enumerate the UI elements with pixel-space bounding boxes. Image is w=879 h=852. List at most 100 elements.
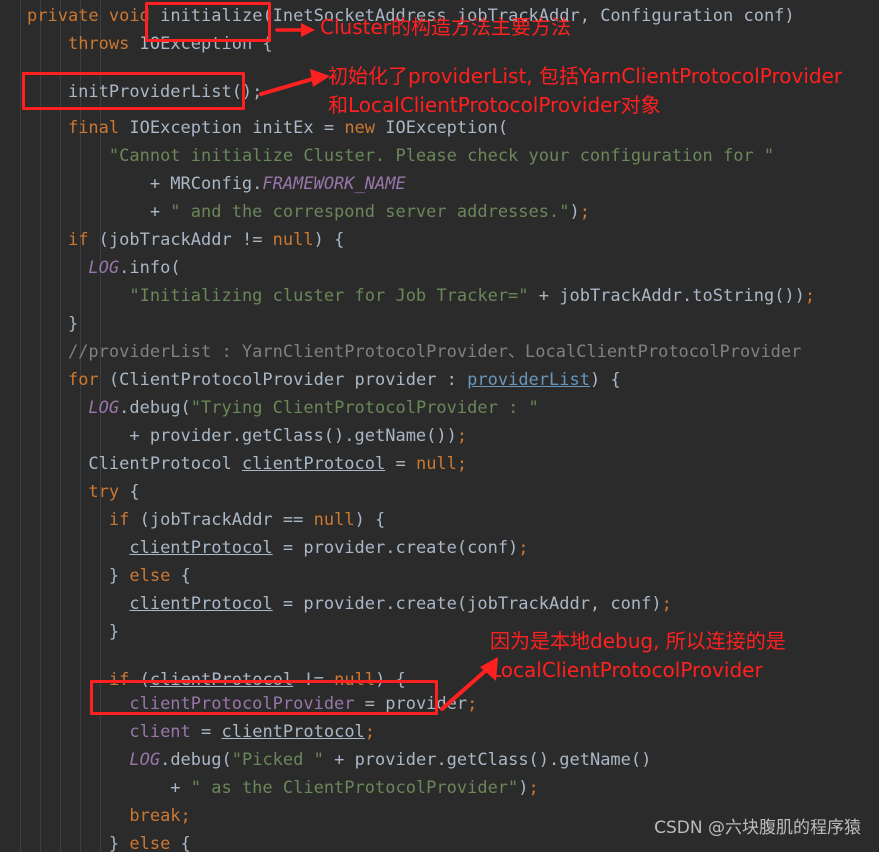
code-token: }: [27, 566, 130, 586]
code-token: ;: [467, 694, 478, 714]
code-token: = provider.create(jobTrackAddr, conf): [272, 594, 662, 614]
code-token: ;: [364, 722, 376, 742]
code-line[interactable]: ClientProtocol clientProtocol = null;: [27, 450, 467, 478]
code-token: initialize(InetSocketAddress jobTrackAdd…: [149, 6, 795, 26]
code-line[interactable]: } else {: [27, 830, 191, 852]
code-token: ): [518, 778, 529, 798]
code-token: {: [170, 834, 191, 852]
code-token: ;: [804, 286, 816, 306]
code-line[interactable]: client = clientProtocol;: [27, 718, 375, 746]
code-line[interactable]: for (ClientProtocolProvider provider : p…: [27, 366, 621, 394]
code-line[interactable]: break;: [27, 802, 190, 830]
code-line[interactable]: private void initialize(InetSocketAddres…: [27, 2, 795, 30]
code-token: =: [385, 454, 416, 474]
code-line[interactable]: } else {: [27, 562, 191, 590]
code-line[interactable]: clientProtocol = provider.create(conf);: [27, 534, 528, 562]
code-token: LOG: [88, 258, 120, 278]
code-token: ): [569, 202, 580, 222]
code-token: if: [108, 510, 130, 530]
code-line[interactable]: + " as the ClientProtocolProvider");: [27, 774, 539, 802]
code-token: clientProtocol: [241, 454, 386, 474]
code-token: "Picked ": [231, 750, 324, 770]
code-token: ;: [456, 426, 468, 446]
code-screenshot-root: private void initialize(InetSocketAddres…: [0, 0, 879, 852]
code-token: if: [67, 230, 89, 250]
code-token: clientProtocol: [149, 670, 294, 690]
code-line[interactable]: clientProtocolProvider = provider;: [27, 690, 477, 718]
code-token: .debug(: [160, 750, 232, 770]
code-token: "Trying ClientProtocolProvider : ": [190, 398, 539, 418]
code-line[interactable]: clientProtocol = provider.create(jobTrac…: [27, 590, 672, 618]
code-token: = provider: [354, 694, 468, 714]
code-token: private: [27, 6, 99, 26]
code-editor-surface[interactable]: private void initialize(InetSocketAddres…: [0, 0, 879, 852]
code-line[interactable]: }: [27, 618, 119, 646]
code-line[interactable]: LOG.debug("Picked " + provider.getClass(…: [27, 746, 651, 774]
code-line[interactable]: final IOException initEx = new IOExcepti…: [27, 114, 508, 142]
code-line[interactable]: "Initializing cluster for Job Tracker=" …: [27, 282, 815, 310]
code-token: + jobTrackAddr.: [528, 286, 693, 306]
code-token: null: [313, 510, 355, 530]
code-token: IOException(: [375, 118, 509, 138]
watermark-label: CSDN @六块腹肌的程序猿: [654, 818, 861, 838]
code-token: clientProtocol: [129, 594, 273, 614]
code-token: new: [344, 118, 376, 138]
code-line[interactable]: initProviderList();: [27, 78, 262, 106]
code-token: + MRConfig.: [27, 174, 263, 194]
code-line[interactable]: if (jobTrackAddr == null) {: [27, 506, 385, 534]
code-token: (: [129, 670, 150, 690]
code-token: =: [190, 722, 222, 742]
code-line[interactable]: //providerList : YarnClientProtocolProvi…: [27, 338, 801, 366]
code-token: (ClientProtocolProvider provider :: [98, 370, 468, 390]
code-token: " and the correspond server addresses.": [170, 202, 570, 222]
code-line[interactable]: LOG.debug("Trying ClientProtocolProvider…: [27, 394, 539, 422]
code-token: LOG: [88, 398, 120, 418]
code-line[interactable]: }: [27, 310, 78, 338]
code-token: toString: [692, 286, 775, 306]
code-token: initProviderList();: [27, 82, 263, 102]
code-token: +: [27, 778, 191, 798]
code-token: .debug(: [119, 398, 191, 418]
code-token: for: [67, 370, 99, 390]
code-token: ;: [579, 202, 590, 222]
code-token: throws: [67, 34, 130, 54]
code-token: ) {: [589, 370, 621, 390]
code-token: ;: [456, 454, 468, 474]
code-line[interactable]: "Cannot initialize Cluster. Please check…: [27, 142, 774, 170]
code-token: + provider.getClass().getName(): [323, 750, 652, 770]
code-token: (jobTrackAddr ==: [129, 510, 314, 530]
code-token: null: [272, 230, 314, 250]
code-line[interactable]: LOG.info(: [27, 254, 180, 282]
code-token: void: [108, 6, 150, 26]
code-token: {: [119, 482, 140, 502]
code-line[interactable]: throws IOException {: [27, 30, 273, 58]
code-line[interactable]: try {: [27, 478, 140, 506]
code-token: ;: [661, 594, 672, 614]
code-token: " as the ClientProtocolProvider": [190, 778, 519, 798]
code-token: +: [27, 202, 171, 222]
code-token: "Initializing cluster for Job Tracker=": [129, 286, 529, 306]
code-line[interactable]: + provider.getClass().getName());: [27, 422, 467, 450]
code-line[interactable]: if (jobTrackAddr != null) {: [27, 226, 344, 254]
code-line[interactable]: + MRConfig.FRAMEWORK_NAME: [27, 170, 406, 198]
code-token: (jobTrackAddr !=: [88, 230, 273, 250]
code-token: !=: [293, 670, 335, 690]
code-token: "Cannot initialize Cluster. Please check…: [108, 146, 775, 166]
code-token: = provider.create(conf): [272, 538, 519, 558]
code-token: + provider.getClass().getName()): [27, 426, 457, 446]
code-token: ) {: [354, 510, 386, 530]
code-line[interactable]: + " and the correspond server addresses.…: [27, 198, 590, 226]
code-token: ()): [774, 286, 805, 306]
